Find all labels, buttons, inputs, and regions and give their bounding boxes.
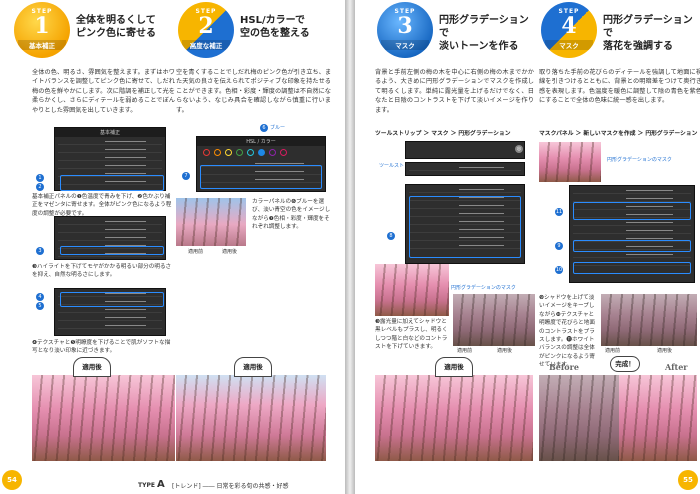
step3-badge: STEP 3 マスク bbox=[377, 2, 433, 58]
step4-body: 取り落ちた手前の花びらのディテールを強調して地面に視線を引きつけるとともに、背景… bbox=[539, 69, 700, 105]
step2-title: HSL/カラーで 空の色を整える bbox=[240, 15, 310, 39]
highlight-box bbox=[409, 196, 521, 258]
callout-7: 7 bbox=[182, 172, 190, 180]
step3-body: 背景と手前左側の梅の木を中心に右側の梅の木までかかるよう、大きめに円形グラデーシ… bbox=[375, 69, 534, 114]
before-label: 適用前 bbox=[605, 348, 621, 354]
step3-note1: ❸露光量に加えてシャドウと黒レベルもプラスし、明るくしつつ階と白などのコントラス… bbox=[375, 319, 448, 351]
page-number: 55 bbox=[678, 470, 698, 490]
step-number: 3 bbox=[397, 13, 413, 39]
callout-2: 2 bbox=[36, 183, 44, 191]
callout-6: 6 bbox=[260, 124, 268, 132]
mask-tool-icon: ◎ bbox=[515, 145, 523, 153]
callout-9: 9 bbox=[555, 242, 563, 250]
step1-after-label: 適用後 bbox=[73, 357, 111, 377]
step2-header: STEP 2 高度な補正 HSL/カラーで 空の色を整える bbox=[176, 0, 339, 68]
step-badge-label: マスク bbox=[545, 40, 593, 50]
step1-result-photo bbox=[32, 375, 175, 461]
highlight-box bbox=[573, 240, 691, 252]
step1-body: 全体の色、明るさ、雰囲気を整えます。まずはホワイトバランスを調整してピンク色に寄… bbox=[32, 69, 175, 114]
footer-type-label: TYPE A bbox=[138, 479, 165, 490]
step3-header: STEP 3 マスク 円形グラデーションで 淡いトーンを作る bbox=[375, 0, 538, 68]
step3-compare-photo bbox=[453, 294, 535, 346]
step-badge-label: マスク bbox=[381, 40, 429, 50]
step-number: 4 bbox=[561, 13, 577, 39]
callout-3: 3 bbox=[36, 247, 44, 255]
step3-result-photo bbox=[375, 375, 533, 461]
step-badge-label: 高度な補正 bbox=[182, 40, 230, 50]
callout-10: 10 bbox=[555, 266, 563, 274]
step-number: 1 bbox=[34, 13, 50, 39]
step2-sky-photo bbox=[176, 198, 246, 246]
page-number: 54 bbox=[2, 470, 22, 490]
step1-note2: ❸ハイライトを下げてモヤがかかる明るい部分の明るさを抑え、自然な明るさにします。 bbox=[32, 264, 172, 279]
highlight-box bbox=[60, 175, 164, 191]
step4-title: 円形グラデーションで 落花を強調する bbox=[603, 15, 693, 52]
step1-note1: 基本補正パネルの❶色温度で青みを下げ、❷色かぶり補正をマゼンタに寄せます。全体が… bbox=[32, 194, 172, 217]
step2-after-label: 適用後 bbox=[234, 357, 272, 377]
step-number: 2 bbox=[198, 13, 214, 39]
step3-toolpath: ツールストリップ ＞ マスク ＞ 円形グラデーション bbox=[375, 131, 511, 137]
highlight-box bbox=[60, 246, 164, 255]
before-photo bbox=[539, 375, 619, 461]
callout-5: 5 bbox=[36, 302, 44, 310]
step1-header: STEP 1 基本補正 全体を明るくして ピンク色に寄せる bbox=[12, 0, 175, 68]
step1-note3: ❹テクスチャと❺明瞭度を下げることで肌がソフトな描写となり淡い印象に近づきます。 bbox=[32, 340, 171, 355]
step2-result-photo bbox=[176, 375, 326, 461]
step2-note1: カラーパネルの❻ブルーを選び、淡い青空の色をイメージしながら❼色相・彩度・輝度を… bbox=[252, 199, 331, 231]
step4-note1: ❾シャドウを上げて淡いイメージをキープしながら❿テクスチャと明瞭度で花びらと地面… bbox=[539, 295, 595, 369]
step1-title: 全体を明るくして ピンク色に寄せる bbox=[76, 15, 156, 39]
step3-mask-photo bbox=[375, 264, 449, 316]
after-small-label: 適用後 bbox=[657, 348, 673, 354]
step3-column: STEP 3 マスク 円形グラデーションで 淡いトーンを作る 背景と手前左側の梅… bbox=[375, 0, 538, 461]
mask-label: 円形グラデーションのマスク bbox=[607, 157, 672, 163]
type-label: TYPE bbox=[138, 482, 155, 489]
blue-tag: ブルー bbox=[270, 125, 286, 131]
right-page: STEP 3 マスク 円形グラデーションで 淡いトーンを作る 背景と手前左側の梅… bbox=[355, 0, 700, 494]
before-en-label: Before bbox=[549, 362, 579, 372]
step4-mask-photo bbox=[539, 142, 601, 182]
type-letter: A bbox=[157, 479, 165, 490]
footer-title: [トレンド] ―― 日常を彩る旬の共感・好感 bbox=[172, 483, 289, 490]
highlight-box bbox=[60, 292, 164, 307]
step2-badge: STEP 2 高度な補正 bbox=[178, 2, 234, 58]
step-badge-label: 基本補正 bbox=[18, 40, 66, 50]
callout-1: 1 bbox=[36, 174, 44, 182]
before-label: 適用前 bbox=[457, 348, 473, 354]
mask-panel-screenshot bbox=[405, 162, 525, 176]
spine bbox=[345, 0, 355, 494]
highlight-box bbox=[200, 165, 322, 189]
step4-header: STEP 4 マスク 円形グラデーションで 落花を強調する bbox=[539, 0, 700, 68]
callout-11: 11 bbox=[555, 208, 563, 216]
color-swatches bbox=[203, 149, 319, 157]
step2-body: 空を青くすることでしだれ梅のピンク色が引き立ち、また天気の良さを伝えられてポジテ… bbox=[176, 69, 331, 114]
step4-column: STEP 4 マスク 円形グラデーションで 落花を強調する 取り落ちた手前の花び… bbox=[539, 0, 700, 461]
callout-8: 8 bbox=[387, 232, 395, 240]
step4-badge: STEP 4 マスク bbox=[541, 2, 597, 58]
step1-badge: STEP 1 基本補正 bbox=[14, 2, 70, 58]
after-photo bbox=[619, 375, 697, 461]
panel-title: 基本補正 bbox=[55, 128, 165, 137]
highlight-box bbox=[573, 202, 691, 220]
before-label: 適用前 bbox=[188, 249, 204, 255]
panel-title: HSL / カラー bbox=[197, 137, 325, 146]
done-label: 完成！ bbox=[610, 356, 640, 372]
step3-after-label: 適用後 bbox=[435, 357, 473, 377]
after-en-label: After bbox=[665, 362, 688, 372]
highlight-box bbox=[573, 262, 691, 274]
callout-4: 4 bbox=[36, 293, 44, 301]
toolstrip-screenshot bbox=[405, 141, 525, 159]
step4-compare-photo bbox=[601, 294, 697, 346]
step1-column: STEP 1 基本補正 全体を明るくして ピンク色に寄せる 全体の色、明るさ、雰… bbox=[12, 0, 175, 461]
mask-label: 円形グラデーションのマスク bbox=[451, 285, 516, 291]
after-small-label: 適用後 bbox=[222, 249, 238, 255]
step2-column: STEP 2 高度な補正 HSL/カラーで 空の色を整える 空を青くすることでし… bbox=[176, 0, 339, 461]
after-small-label: 適用後 bbox=[497, 348, 513, 354]
left-page: STEP 1 基本補正 全体を明るくして ピンク色に寄せる 全体の色、明るさ、雰… bbox=[0, 0, 345, 494]
step3-title: 円形グラデーションで 淡いトーンを作る bbox=[439, 15, 529, 52]
step4-toolpath: マスクパネル ＞ 新しいマスクを作成 ＞ 円形グラデーション bbox=[539, 131, 698, 137]
